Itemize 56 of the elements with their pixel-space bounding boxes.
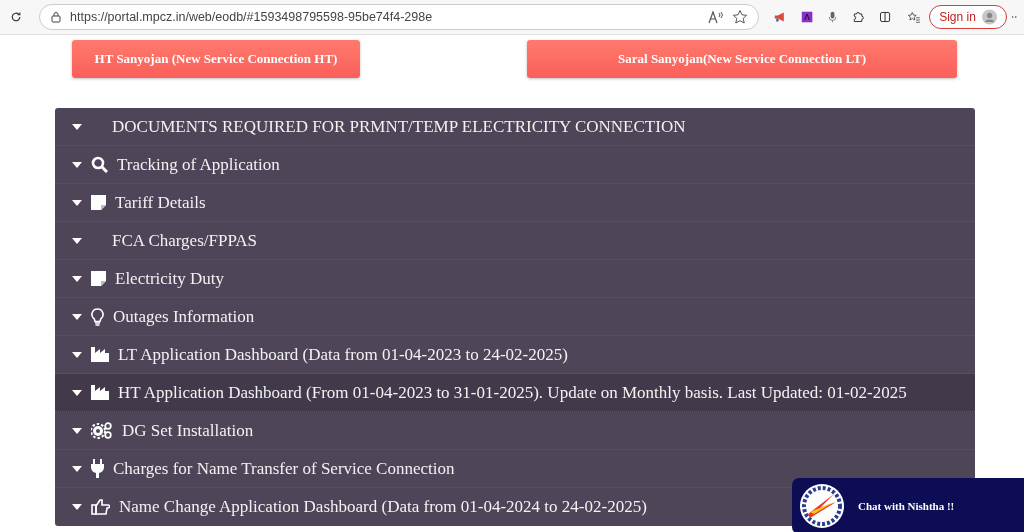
accordion-item[interactable]: Outages Information — [55, 298, 975, 336]
caret-icon — [72, 123, 82, 130]
accordion-title: Charges for Name Transfer of Service Connection — [113, 458, 455, 479]
factory-icon — [91, 347, 109, 362]
caret-icon — [72, 237, 82, 244]
accordion-title: HT Application Dashboard (From 01-04-2023 to 31-01-2025). Update on Monthly basis. Last Updated: 01-02-2025 — [118, 382, 907, 403]
caret-icon — [72, 465, 82, 472]
read-aloud-icon[interactable] — [708, 10, 725, 24]
plug-icon — [91, 459, 104, 478]
accordion-title: FCA Charges/FPPAS — [112, 230, 258, 251]
note-icon — [91, 271, 106, 286]
note-icon — [91, 195, 106, 210]
gears-icon — [91, 422, 113, 439]
caret-icon — [72, 275, 82, 282]
accordion-item[interactable]: DOCUMENTS REQUIRED FOR PRMNT/TEMP ELECTRICITY CONNECTION — [55, 108, 975, 146]
caret-icon — [72, 389, 82, 396]
lock-icon — [50, 11, 63, 23]
caret-icon — [72, 351, 82, 358]
accordion-item[interactable]: DG Set Installation — [55, 412, 975, 450]
accordion-item[interactable]: Tracking of Application — [55, 146, 975, 184]
accordion-title: Tracking of Application — [117, 154, 280, 175]
light-bulb-icon — [91, 307, 104, 326]
accordion-item[interactable]: Electricity Duty — [55, 260, 975, 298]
accordion-title: DOCUMENTS REQUIRED FOR PRMNT/TEMP ELECTRICITY CONNECTION — [112, 116, 686, 137]
accordion-title: LT Application Dashboard (Data from 01-04-2023 to 24-02-2025) — [118, 344, 568, 365]
split-screen-icon[interactable] — [879, 9, 892, 25]
accordion-title: Tariff Details — [115, 192, 206, 213]
more-icon[interactable] — [1011, 15, 1018, 19]
favorites-icon[interactable] — [906, 9, 921, 25]
caret-icon — [72, 313, 82, 320]
chat-label: Chat with Nishtha !! — [858, 500, 955, 512]
thumbs-up-icon — [91, 499, 110, 515]
caret-icon — [72, 161, 82, 168]
accordion-item[interactable]: Tariff Details — [55, 184, 975, 222]
star-icon[interactable] — [732, 9, 749, 25]
url-text: https://portal.mpcz.in/web/eodb/#1593498795598-95be74f4-298e — [70, 10, 433, 24]
extension-icon[interactable] — [801, 9, 814, 25]
accordion-title: DG Set Installation — [122, 420, 254, 441]
avatar-icon[interactable] — [981, 7, 997, 27]
accordion-title: Name Change Application Dashboard (Data from 01-04-2024 to 24-02-2025) — [119, 497, 647, 517]
accordion-item[interactable]: HT Application Dashboard (From 01-04-2023 to 31-01-2025). Update on Monthly basis. Last Updated: 01-02-2025 — [55, 374, 975, 412]
megaphone-icon[interactable] — [774, 10, 787, 24]
caret-icon — [72, 427, 82, 434]
accordion-title: Electricity Duty — [115, 268, 225, 289]
accordion-title: Outages Information — [113, 306, 255, 327]
caret-icon — [72, 199, 82, 206]
search-icon — [91, 156, 108, 173]
chat-toast[interactable]: Chat with Nishtha !! — [792, 478, 1024, 532]
accordion-item[interactable]: FCA Charges/FPPAS — [55, 222, 975, 260]
caret-icon — [72, 504, 82, 510]
logo-icon — [800, 484, 844, 528]
puzzle-icon[interactable] — [852, 9, 865, 25]
address-bar[interactable]: https://portal.mpcz.in/web/eodb/#1593498795598-95be74f4-298e — [39, 4, 760, 30]
microphone-icon[interactable] — [828, 9, 838, 25]
factory-icon — [91, 385, 109, 400]
sign-in-button[interactable]: Sign in — [929, 5, 1007, 29]
